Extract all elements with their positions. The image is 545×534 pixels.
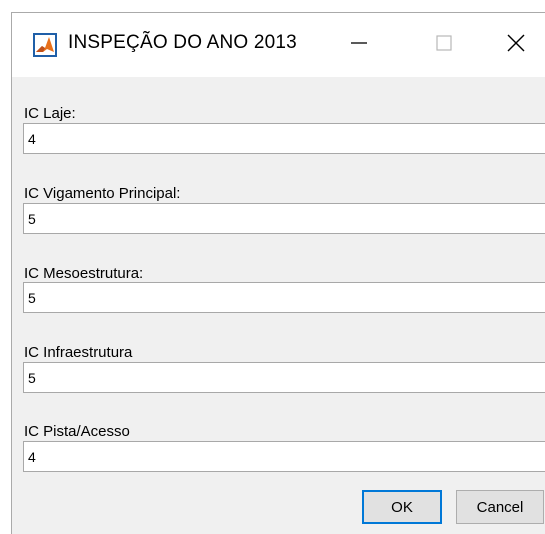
input-ic-mesoestrutura[interactable] — [23, 282, 545, 313]
label-ic-vigamento-principal: IC Vigamento Principal: — [24, 185, 181, 202]
maximize-icon — [434, 33, 454, 58]
label-ic-pista-acesso: IC Pista/Acesso — [24, 423, 130, 440]
label-ic-mesoestrutura: IC Mesoestrutura: — [24, 265, 144, 282]
matlab-icon — [33, 33, 57, 57]
close-icon — [506, 33, 526, 58]
title-bar[interactable]: INSPEÇÃO DO ANO 2013 — [12, 13, 545, 77]
input-ic-laje[interactable] — [23, 123, 545, 154]
minimize-button[interactable] — [329, 13, 389, 77]
window-title: INSPEÇÃO DO ANO 2013 — [68, 32, 297, 53]
label-ic-infraestrutura: IC Infraestrutura — [24, 344, 133, 361]
input-ic-pista-acesso[interactable] — [23, 441, 545, 472]
close-button[interactable] — [486, 13, 545, 77]
minimize-icon — [349, 33, 369, 58]
input-ic-infraestrutura[interactable] — [23, 362, 545, 393]
input-ic-vigamento-principal[interactable] — [23, 203, 545, 234]
dialog-window: INSPEÇÃO DO ANO 2013 IC Laje: IC Vigamen… — [11, 12, 545, 534]
label-ic-laje: IC Laje: — [24, 105, 76, 122]
ok-button[interactable]: OK — [362, 490, 442, 524]
cancel-button[interactable]: Cancel — [456, 490, 544, 524]
maximize-button[interactable] — [414, 13, 474, 77]
